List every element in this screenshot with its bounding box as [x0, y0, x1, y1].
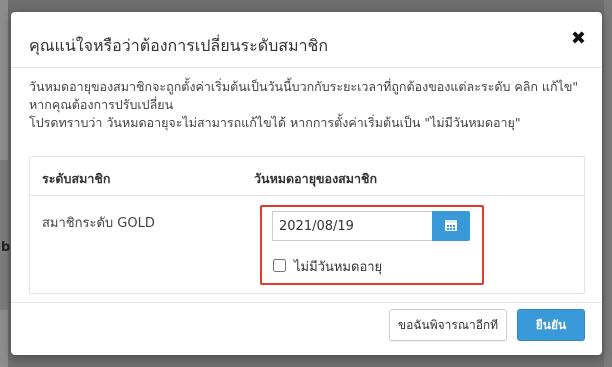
header-level: ระดับสมาชิก — [42, 171, 111, 186]
level-name: สมาชิกระดับ GOLD — [42, 216, 155, 231]
footer-divider — [11, 302, 602, 303]
table-header: ระดับสมาชิก วันหมดอายุของสมาชิก — [30, 157, 584, 196]
level-table: ระดับสมาชิก วันหมดอายุของสมาชิก สมาชิกระ… — [29, 156, 585, 294]
calendar-button[interactable] — [432, 211, 470, 241]
background-text: b — [1, 240, 11, 255]
background-page-right — [604, 0, 612, 367]
description-line-2: โปรดทราบว่า วันหมดอายุจะไม่สามารถแก้ไขได… — [29, 115, 521, 130]
calendar-icon — [445, 220, 457, 231]
background-page-panel — [0, 160, 8, 310]
no-expiry-checkbox[interactable] — [273, 259, 286, 272]
confirm-button[interactable]: ยืนยัน — [517, 309, 585, 341]
header-divider — [11, 67, 602, 68]
cancel-button[interactable]: ขอฉันพิจารณาอีกที — [389, 309, 507, 341]
dialog-title: คุณแน่ใจหรือว่าต้องการเปลี่ยนระดับสมาชิก — [29, 36, 329, 55]
expiry-date-input[interactable] — [272, 211, 432, 241]
close-icon[interactable]: ✖ — [571, 28, 586, 49]
no-expiry-label[interactable]: ไม่มีวันหมดอายุ — [294, 256, 382, 277]
header-expiry: วันหมดอายุของสมาชิก — [254, 171, 378, 186]
description-line-1: วันหมดอายุของสมาชิกจะถูกตั้งค่าเริ่มต้นเ… — [29, 79, 579, 112]
dialog-description: วันหมดอายุของสมาชิกจะถูกตั้งค่าเริ่มต้นเ… — [29, 78, 584, 132]
change-level-dialog: คุณแน่ใจหรือว่าต้องการเปลี่ยนระดับสมาชิก… — [11, 12, 602, 355]
